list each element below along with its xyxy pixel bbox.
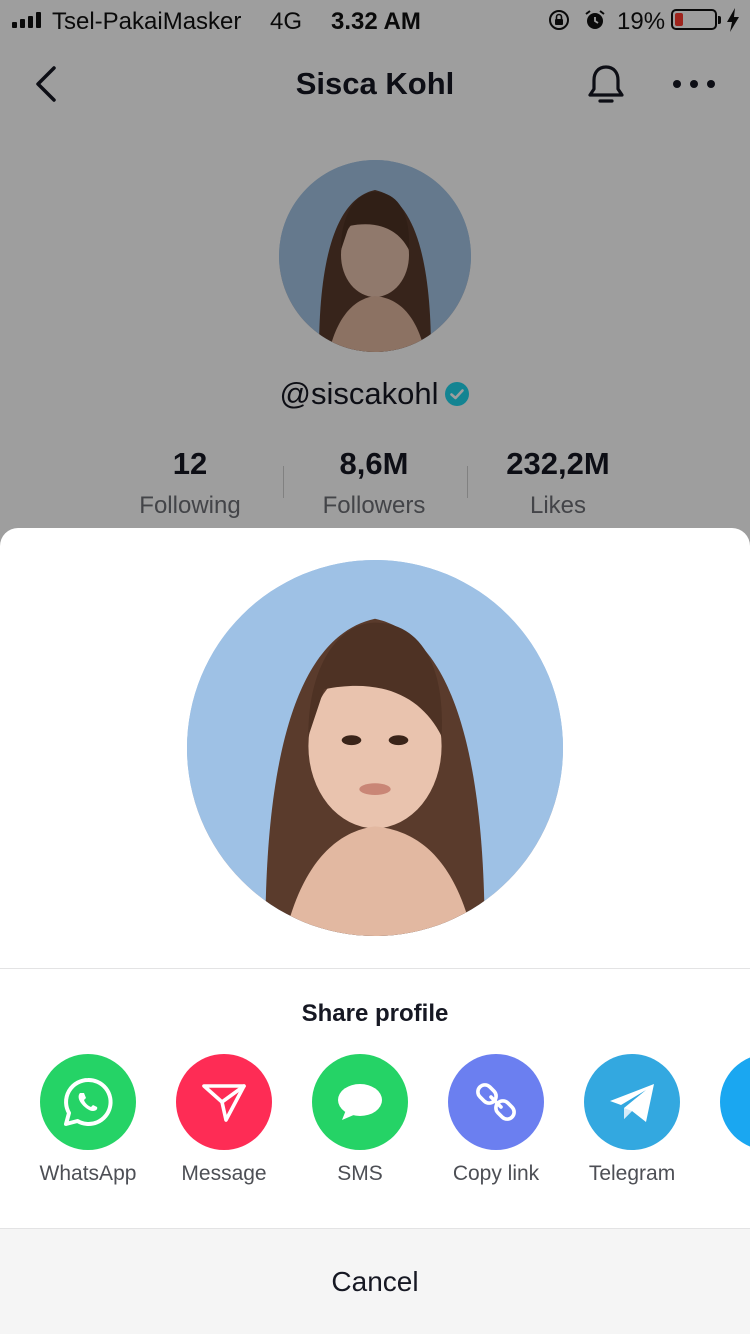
link-icon xyxy=(476,1083,516,1121)
share-label: Telegram xyxy=(588,1162,676,1185)
share-message-circle[interactable] xyxy=(176,1054,272,1150)
share-telegram-circle[interactable] xyxy=(584,1054,680,1150)
share-label: SMS xyxy=(337,1162,383,1185)
share-messenger[interactable]: E xyxy=(700,1054,750,1186)
share-label: Message xyxy=(181,1162,267,1185)
cancel-area: Cancel xyxy=(0,1228,750,1334)
share-label: WhatsApp xyxy=(39,1162,137,1185)
share-sheet-title: Share profile xyxy=(301,1000,449,1027)
share-whatsapp[interactable]: WhatsApp xyxy=(20,1054,156,1186)
messenger-icon xyxy=(740,1074,750,1130)
share-label: E xyxy=(700,1162,750,1186)
share-copy-link-circle[interactable] xyxy=(448,1054,544,1150)
share-whatsapp-circle[interactable] xyxy=(40,1054,136,1150)
whatsapp-icon xyxy=(64,1077,113,1126)
chat-bubble-icon xyxy=(338,1084,382,1120)
send-icon xyxy=(202,1084,246,1122)
share-sheet: Share profile WhatsApp Message SMS Copy … xyxy=(0,528,750,1334)
share-copy-link[interactable]: Copy link xyxy=(428,1054,564,1186)
share-label: Copy link xyxy=(452,1162,540,1185)
cancel-button[interactable]: Cancel xyxy=(0,1229,750,1334)
telegram-icon xyxy=(610,1084,654,1122)
profile-photo-large xyxy=(187,560,563,936)
share-messenger-circle[interactable] xyxy=(720,1054,750,1150)
share-telegram[interactable]: Telegram xyxy=(564,1054,700,1186)
share-targets: WhatsApp Message SMS Copy link Telegram xyxy=(0,1054,750,1194)
share-sms-circle[interactable] xyxy=(312,1054,408,1150)
sheet-divider xyxy=(0,968,750,969)
share-message[interactable]: Message xyxy=(156,1054,292,1186)
share-sms[interactable]: SMS xyxy=(292,1054,428,1186)
